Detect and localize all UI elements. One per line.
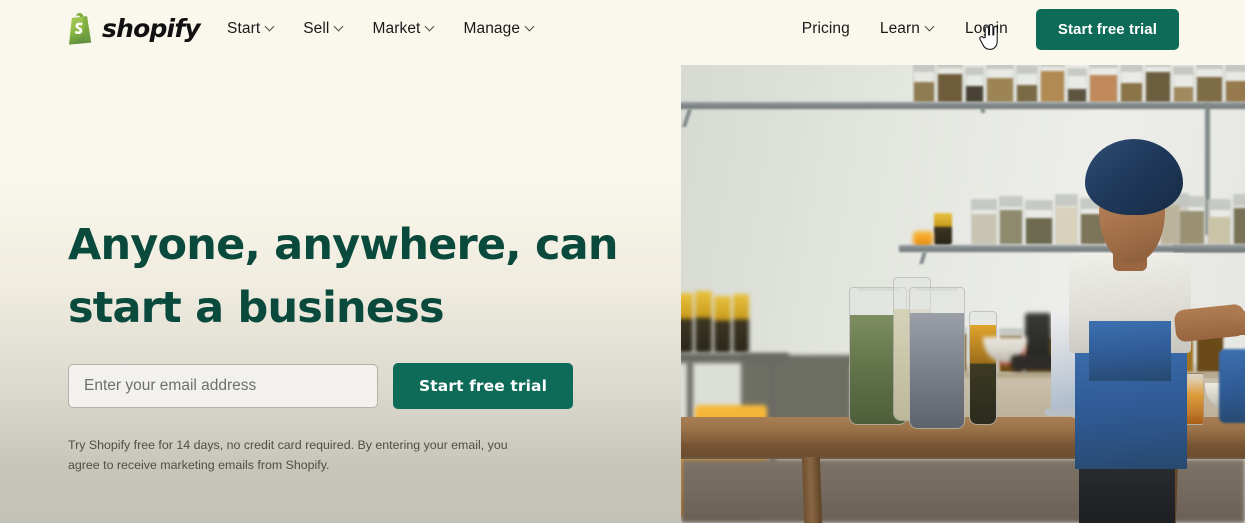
nav-item-pricing-label: Pricing [801,20,850,37]
shopify-homepage: shopify Start Sell Market Manage Pricing… [0,0,1245,523]
hero-image [681,65,1245,523]
cart-bottle-3 [714,296,731,353]
jar-lavender-seeds [909,287,965,429]
nav-item-learn-label: Learn [879,20,921,37]
jar-amber-oil [969,311,997,425]
middle-shelf-jars-right [1179,193,1245,245]
cart-bottle-1 [681,293,693,353]
nav-item-log-in[interactable]: Log in [949,12,1024,46]
denim-sleeve [1219,349,1245,423]
signup-form: Start free trial [68,363,574,409]
nav-item-learn[interactable]: Learn [866,12,949,46]
primary-nav-items: Start Sell Market Manage [213,0,549,58]
amber-bottle [934,213,952,245]
shopify-bag-icon [66,12,95,45]
secondary-nav-items: Pricing Learn Log in Start free trial [786,0,1179,58]
chevron-down-icon [926,23,935,32]
chevron-down-icon [266,23,275,32]
email-input[interactable] [68,364,378,408]
nav-item-sell-label: Sell [303,20,330,37]
nav-item-pricing[interactable]: Pricing [786,12,866,46]
nav-item-market-label: Market [372,20,421,37]
shopify-logo[interactable]: shopify [66,12,201,45]
nav-item-start[interactable]: Start [213,12,289,46]
chevron-down-icon [526,23,535,32]
chevron-down-icon [426,23,435,32]
woman-hand [1229,311,1245,335]
nav-item-manage[interactable]: Manage [449,12,549,46]
middle-shelf-right [1173,245,1245,252]
page-title: Anyone, anywhere, can start a business [68,220,619,333]
cart-bottle-4 [733,294,749,353]
nav-item-manage-label: Manage [463,20,521,37]
nav-item-log-in-label: Log in [965,20,1008,37]
nav-item-sell[interactable]: Sell [289,12,358,46]
woman-apron-bib [1089,321,1171,381]
top-shelf-jars [913,65,1245,103]
top-shelf [681,102,1245,109]
cart-bottle-2 [695,291,712,353]
shopify-wordmark: shopify [102,14,201,43]
nav-start-free-trial-button[interactable]: Start free trial [1035,8,1179,50]
woman-legs [1079,461,1175,523]
chevron-down-icon [335,23,344,32]
table-leg-left [801,457,823,523]
hero-content-panel: Anyone, anywhere, can start a business S… [0,58,681,523]
signup-disclaimer-text: Try Shopify free for 14 days, no credit … [68,438,508,473]
nav-item-start-label: Start [227,20,261,37]
hero-start-free-trial-button[interactable]: Start free trial [393,363,574,409]
nav-item-market[interactable]: Market [358,12,449,46]
top-navigation-bar: shopify Start Sell Market Manage Pricing… [0,0,1245,58]
shelf-upright-right [981,107,985,113]
